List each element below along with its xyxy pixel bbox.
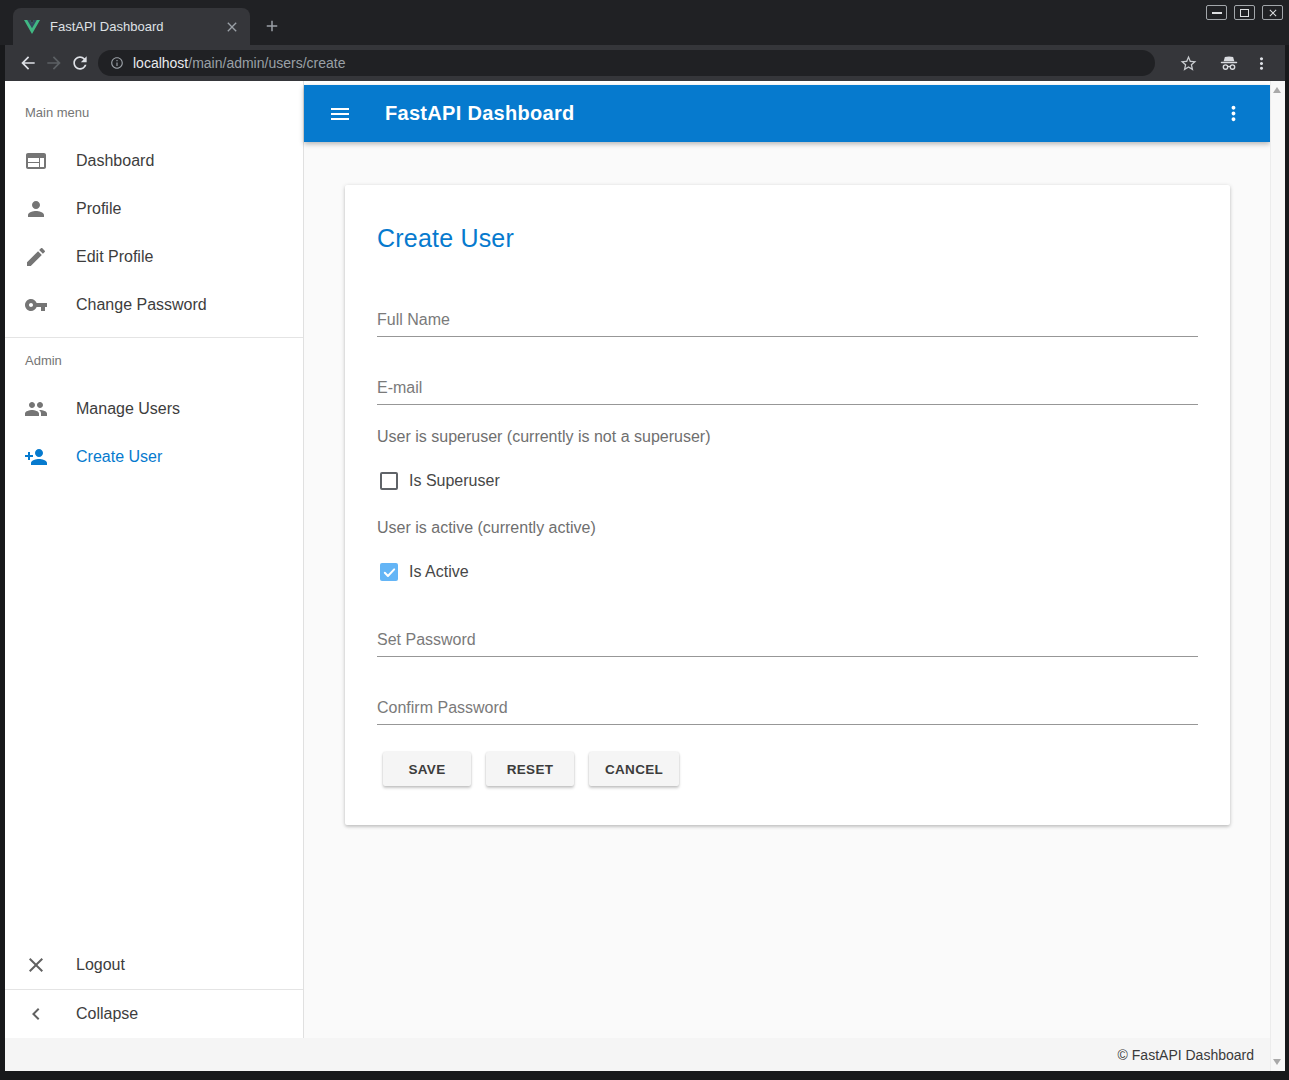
pencil-icon <box>24 245 48 269</box>
forward-button[interactable] <box>44 53 64 73</box>
sidebar-item-profile[interactable]: Profile <box>5 185 303 233</box>
check-icon <box>382 565 397 580</box>
sidebar-item-collapse[interactable]: Collapse <box>5 990 303 1038</box>
browser-menu-icon[interactable] <box>1252 54 1271 73</box>
content-area: Create User User is superuser (currently… <box>304 142 1270 1038</box>
superuser-checkbox-row: Is Superuser <box>377 471 1198 491</box>
chevron-left-icon <box>24 1002 48 1026</box>
email-input[interactable] <box>377 373 1198 403</box>
active-checkbox[interactable] <box>380 563 398 581</box>
url-text: localhost/main/admin/users/create <box>133 55 345 71</box>
people-icon <box>24 397 48 421</box>
person-icon <box>24 197 48 221</box>
url-path: /main/admin/users/create <box>188 55 345 71</box>
full-name-field <box>377 269 1198 337</box>
copyright-text: © FastAPI Dashboard <box>1118 1047 1254 1063</box>
save-button[interactable]: SAVE <box>383 752 471 786</box>
superuser-hint: User is superuser (currently is not a su… <box>377 427 1198 447</box>
tab-title: FastAPI Dashboard <box>50 19 224 34</box>
superuser-checkbox-label: Is Superuser <box>409 472 500 490</box>
sidebar-item-label: Logout <box>76 956 125 974</box>
create-user-card: Create User User is superuser (currently… <box>345 185 1230 825</box>
incognito-icon[interactable] <box>1218 52 1240 74</box>
browser-toolbar: localhost/main/admin/users/create <box>5 45 1285 81</box>
button-row: SAVE RESET CANCEL <box>383 752 1198 786</box>
sidebar-item-label: Dashboard <box>76 152 154 170</box>
url-host: localhost <box>133 55 188 71</box>
web-icon <box>24 149 48 173</box>
person-add-icon <box>24 445 48 469</box>
sidebar-item-change-password[interactable]: Change Password <box>5 281 303 329</box>
page-scrollbar[interactable] <box>1270 81 1285 1071</box>
sidebar-item-create-user[interactable]: Create User <box>5 433 303 481</box>
sidebar-item-label: Collapse <box>76 1005 138 1023</box>
cancel-button[interactable]: CANCEL <box>589 752 679 786</box>
main-area: FastAPI Dashboard Create User User is su… <box>304 81 1270 1038</box>
sidebar-divider <box>5 337 303 338</box>
hamburger-menu-icon[interactable] <box>328 102 352 126</box>
window-minimize-button[interactable] <box>1206 5 1227 20</box>
confirm-password-field <box>377 657 1198 725</box>
back-button[interactable] <box>18 53 38 73</box>
card-title: Create User <box>377 185 1198 253</box>
window-close-button[interactable] <box>1262 5 1283 20</box>
browser-window: FastAPI Dashboard localhost/main/admin/u… <box>0 0 1289 1080</box>
scrollbar-down-arrow[interactable] <box>1273 1059 1281 1065</box>
sidebar-item-label: Edit Profile <box>76 248 153 266</box>
sidebar-section-admin: Admin <box>25 353 303 369</box>
page-viewport: Main menu Dashboard Profile Edit Profile <box>5 81 1285 1071</box>
sidebar: Main menu Dashboard Profile Edit Profile <box>5 81 304 1038</box>
browser-titlebar: FastAPI Dashboard <box>0 0 1289 45</box>
scrollbar-up-arrow[interactable] <box>1273 87 1281 93</box>
browser-tab[interactable]: FastAPI Dashboard <box>13 8 250 45</box>
new-tab-button[interactable] <box>263 17 281 35</box>
sidebar-item-label: Change Password <box>76 296 207 314</box>
reload-button[interactable] <box>70 53 90 73</box>
sidebar-item-edit-profile[interactable]: Edit Profile <box>5 233 303 281</box>
site-info-icon[interactable] <box>110 56 124 70</box>
reset-button[interactable]: RESET <box>486 752 574 786</box>
superuser-checkbox[interactable] <box>380 472 398 490</box>
email-field <box>377 337 1198 405</box>
app-bar: FastAPI Dashboard <box>304 85 1270 142</box>
page-footer: © FastAPI Dashboard <box>5 1038 1270 1071</box>
sidebar-item-label: Create User <box>76 448 162 466</box>
key-icon <box>24 293 48 317</box>
sidebar-item-label: Profile <box>76 200 121 218</box>
sidebar-item-logout[interactable]: Logout <box>5 941 303 989</box>
sidebar-item-dashboard[interactable]: Dashboard <box>5 137 303 185</box>
set-password-field <box>377 589 1198 657</box>
bookmark-star-icon[interactable] <box>1179 54 1198 73</box>
active-checkbox-label: Is Active <box>409 563 469 581</box>
confirm-password-input[interactable] <box>377 693 1198 723</box>
active-checkbox-row: Is Active <box>377 562 1198 582</box>
window-maximize-button[interactable] <box>1234 5 1255 20</box>
app-title: FastAPI Dashboard <box>385 102 575 125</box>
full-name-input[interactable] <box>377 305 1198 335</box>
close-icon <box>24 953 48 977</box>
active-hint: User is active (currently active) <box>377 518 1198 538</box>
vue-logo-icon <box>24 20 40 34</box>
address-bar[interactable]: localhost/main/admin/users/create <box>98 50 1155 76</box>
tab-close-icon[interactable] <box>224 19 240 35</box>
sidebar-item-manage-users[interactable]: Manage Users <box>5 385 303 433</box>
sidebar-item-label: Manage Users <box>76 400 180 418</box>
sidebar-section-main-menu: Main menu <box>25 105 303 121</box>
set-password-input[interactable] <box>377 625 1198 655</box>
app-menu-icon[interactable] <box>1222 102 1245 125</box>
